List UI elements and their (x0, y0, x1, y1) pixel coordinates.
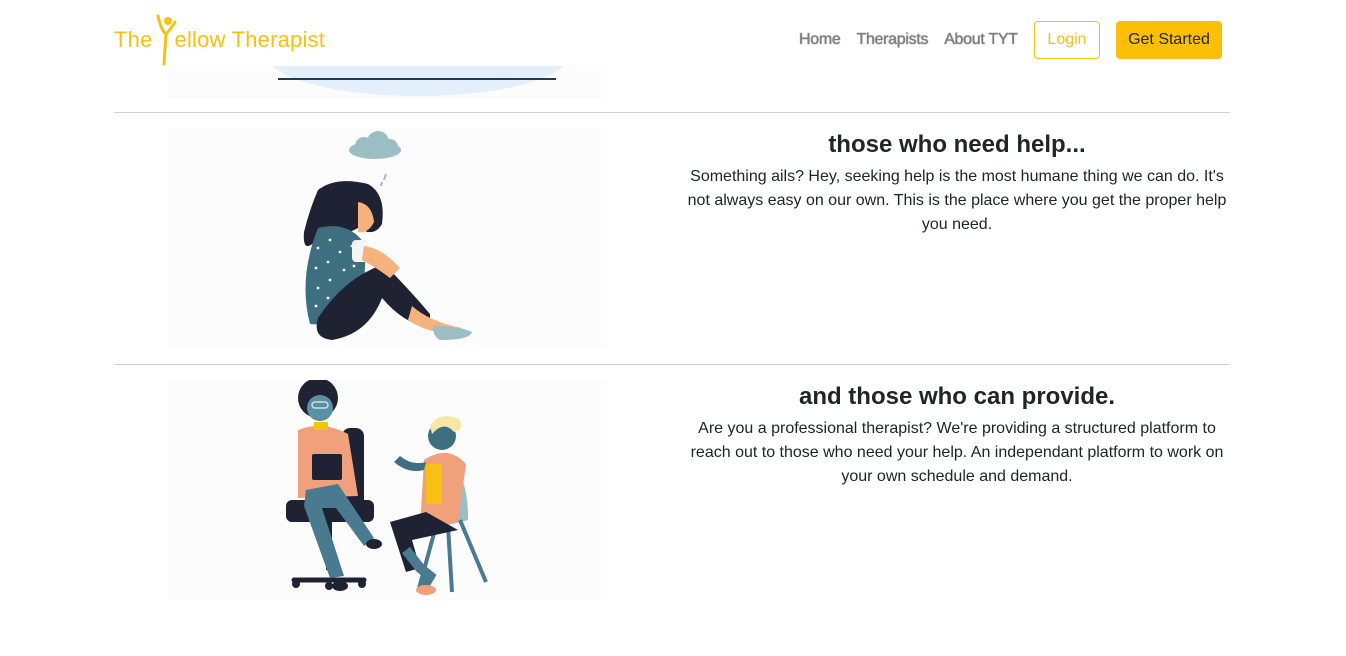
person-sitting-sad-illustration (168, 128, 606, 348)
navbar: The ellow Therapist Home Therapists Abou… (0, 0, 1346, 82)
nav-home-link[interactable]: Home (799, 31, 841, 49)
nav-links: Home Therapists About TYT (799, 31, 1018, 49)
nav-therapists-link[interactable]: Therapists (856, 31, 928, 49)
section-title: and those who can provide. (798, 383, 1116, 410)
therapist-providers-section: and those who can provide. Are you a pro… (684, 381, 1230, 489)
section-title: those who need help... (828, 131, 1086, 158)
section-body: Something ails? Hey, seeking help is the… (687, 168, 1227, 233)
yellow-figure-logo-icon (155, 14, 177, 66)
help-seekers-section: those who need help... Something ails? H… (684, 129, 1230, 237)
section-divider (114, 364, 1230, 365)
brand-prefix: The (114, 27, 153, 52)
login-button[interactable]: Login (1034, 21, 1100, 59)
section-divider (114, 112, 1230, 113)
get-started-button[interactable]: Get Started (1116, 21, 1222, 59)
therapy-session-illustration (168, 378, 606, 600)
brand-logo[interactable]: The ellow Therapist (114, 14, 325, 66)
brand-rest: ellow Therapist (174, 27, 326, 52)
nav-about-link[interactable]: About TYT (944, 31, 1018, 49)
section-body: Are you a professional therapist? We're … (690, 420, 1224, 485)
